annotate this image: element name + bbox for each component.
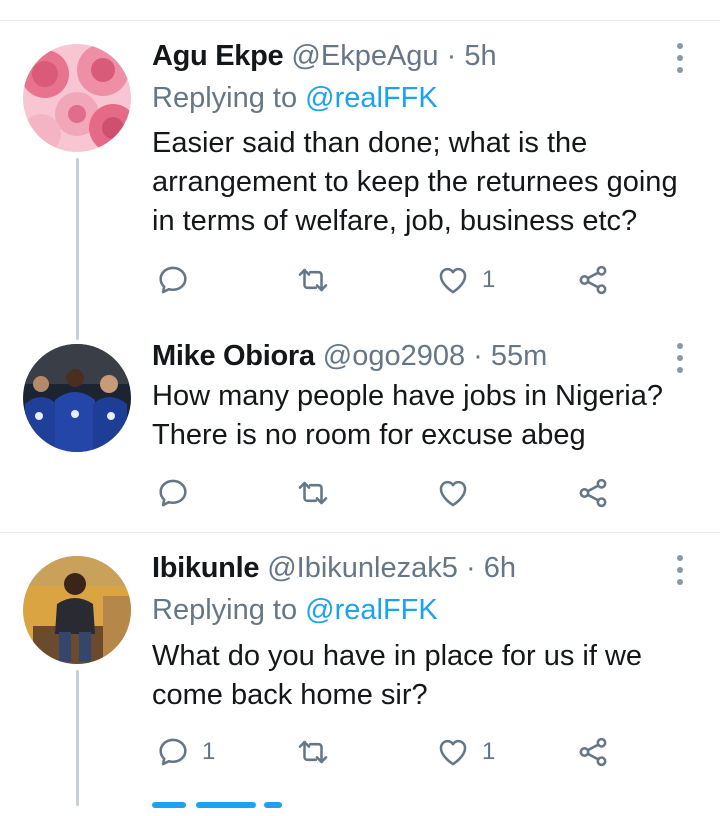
like-icon xyxy=(439,480,467,507)
separator-dot: · xyxy=(473,340,483,372)
avatar[interactable] xyxy=(23,44,131,152)
top-divider xyxy=(0,20,720,21)
author-name[interactable]: Agu Ekpe xyxy=(152,40,284,72)
timestamp[interactable]: 5h xyxy=(464,40,496,72)
like-count: 1 xyxy=(482,266,496,293)
retweet-icon xyxy=(298,740,328,764)
tweet-header: Mike Obiora @ogo2908 · 55m xyxy=(152,338,547,374)
team-photo-avatar-image xyxy=(23,344,131,452)
share-icon xyxy=(579,265,607,295)
share-icon xyxy=(579,478,607,508)
retweet-button[interactable] xyxy=(296,473,342,513)
share-button[interactable] xyxy=(576,260,610,300)
avatar[interactable] xyxy=(23,344,131,452)
timestamp[interactable]: 6h xyxy=(484,552,516,584)
tweet-actions: 1 1 xyxy=(152,732,672,772)
reply-icon xyxy=(159,479,187,507)
more-options-icon[interactable] xyxy=(668,340,692,376)
share-icon xyxy=(579,737,607,767)
retweet-button[interactable] xyxy=(296,732,342,772)
like-icon xyxy=(439,739,467,766)
replying-to-mention[interactable]: @realFFK xyxy=(305,594,438,626)
tweet-actions: 1 xyxy=(152,260,672,300)
like-button[interactable]: 1 xyxy=(436,732,495,772)
like-button[interactable]: 1 xyxy=(436,260,495,300)
timestamp[interactable]: 55m xyxy=(491,340,547,372)
thread-connector-line xyxy=(76,158,79,340)
reply-button[interactable] xyxy=(156,473,202,513)
retweet-icon xyxy=(298,268,328,292)
replying-to-label: Replying to xyxy=(152,82,298,114)
reply-button[interactable]: 1 xyxy=(156,732,215,772)
separator-dot: · xyxy=(446,40,457,72)
author-handle[interactable]: @ogo2908 xyxy=(323,340,465,372)
reply-icon xyxy=(159,738,187,766)
tweet-header: Ibikunle @Ibikunlezak5 · 6h xyxy=(152,550,516,586)
more-options-icon[interactable] xyxy=(668,552,692,588)
replying-to-line: Replying to @realFFK xyxy=(152,80,438,116)
next-tweet-link-peek[interactable] xyxy=(152,796,302,816)
avatar[interactable] xyxy=(23,556,131,664)
tweet-text: What do you have in place for us if we c… xyxy=(152,640,643,711)
share-button[interactable] xyxy=(576,473,610,513)
replying-to-mention[interactable]: @realFFK xyxy=(305,82,438,114)
retweet-button[interactable] xyxy=(296,260,342,300)
like-count: 1 xyxy=(482,738,496,765)
tweet-actions xyxy=(152,473,672,513)
tweet-text: How many people have jobs in Nigeria? Th… xyxy=(152,380,664,451)
reply-count: 1 xyxy=(202,738,216,765)
retweet-icon xyxy=(298,481,328,505)
replying-to-line: Replying to @realFFK xyxy=(152,592,438,628)
clipped-link-text xyxy=(152,802,282,808)
thread-connector-line xyxy=(76,670,79,806)
tweet-text: Easier said than done; what is the arran… xyxy=(152,127,678,237)
share-button[interactable] xyxy=(576,732,610,772)
tweet-header: Agu Ekpe @EkpeAgu · 5h xyxy=(152,38,497,74)
author-name[interactable]: Ibikunle xyxy=(152,552,259,584)
author-handle[interactable]: @Ibikunlezak5 xyxy=(267,552,458,584)
more-options-icon[interactable] xyxy=(668,40,692,76)
author-name[interactable]: Mike Obiora xyxy=(152,340,315,372)
reply-icon xyxy=(159,266,187,294)
person-avatar-image xyxy=(23,556,131,664)
like-icon xyxy=(439,267,467,294)
author-handle[interactable]: @EkpeAgu xyxy=(291,40,438,72)
separator-dot: · xyxy=(465,552,476,584)
roses-avatar-image xyxy=(23,44,131,152)
like-button[interactable] xyxy=(436,473,482,513)
reply-button[interactable] xyxy=(156,260,202,300)
tweet-divider xyxy=(0,532,720,533)
replying-to-label: Replying to xyxy=(152,594,298,626)
